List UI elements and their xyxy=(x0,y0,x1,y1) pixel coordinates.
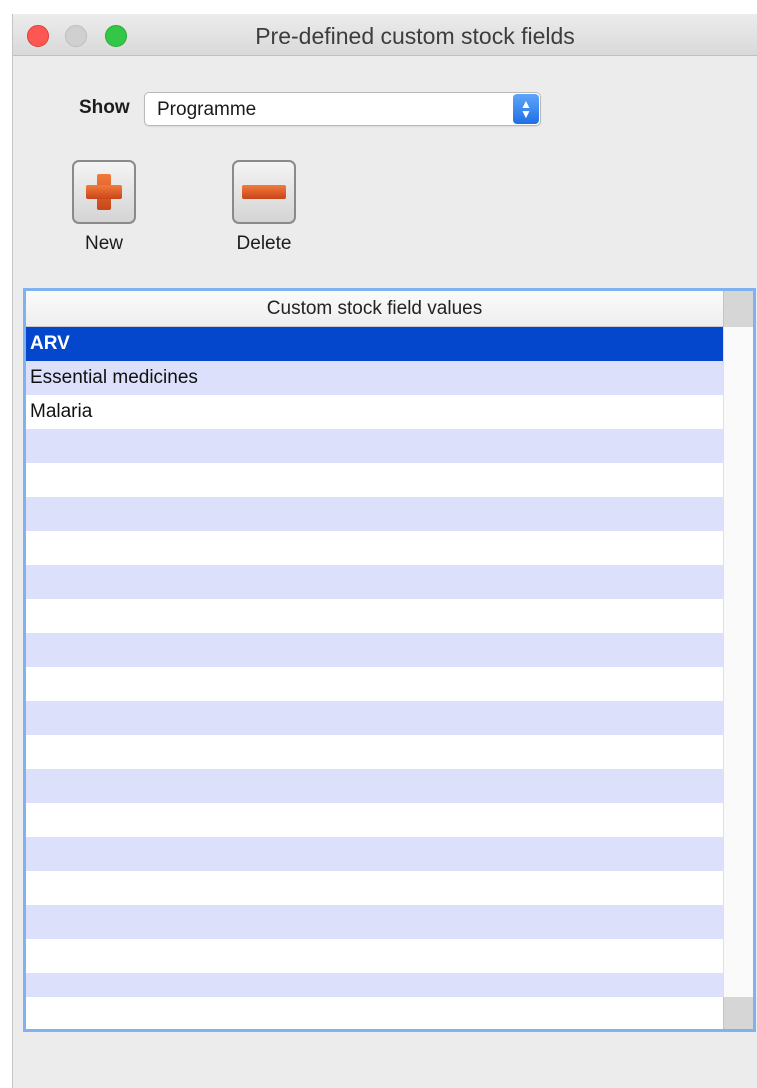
up-down-arrows-icon: ▲ ▼ xyxy=(513,94,539,124)
empty-table-row[interactable] xyxy=(26,769,723,803)
empty-table-row[interactable] xyxy=(26,633,723,667)
window: Pre-defined custom stock fields Show Pro… xyxy=(12,14,757,1088)
empty-table-row[interactable] xyxy=(26,463,723,497)
empty-table-row[interactable] xyxy=(26,905,723,939)
empty-table-row[interactable] xyxy=(26,667,723,701)
scroll-corner xyxy=(723,997,753,1029)
empty-table-row[interactable] xyxy=(26,973,723,997)
show-select[interactable]: Programme ▲ ▼ xyxy=(144,92,541,126)
custom-field-values-table[interactable]: Custom stock field values ARV Essential m… xyxy=(23,288,756,1032)
delete-button[interactable] xyxy=(232,160,296,224)
empty-table-row[interactable] xyxy=(26,803,723,837)
empty-table-row[interactable] xyxy=(26,939,723,973)
empty-table-row[interactable] xyxy=(26,565,723,599)
new-button-label: New xyxy=(84,233,123,254)
table-rows: ARV Essential medicines Malaria xyxy=(26,327,723,997)
plus-icon-horizontal xyxy=(86,185,122,199)
title-bar: Pre-defined custom stock fields xyxy=(13,14,757,56)
empty-table-row[interactable] xyxy=(26,599,723,633)
empty-table-row[interactable] xyxy=(26,531,723,565)
window-title: Pre-defined custom stock fields xyxy=(255,23,575,49)
empty-table-row[interactable] xyxy=(26,497,723,531)
vertical-scrollbar[interactable] xyxy=(723,327,753,997)
show-label: Show xyxy=(79,97,130,118)
empty-table-row[interactable] xyxy=(26,871,723,905)
delete-button-label: Delete xyxy=(236,233,292,254)
table-corner xyxy=(723,291,753,327)
empty-table-row[interactable] xyxy=(26,735,723,769)
table-bottom-strip xyxy=(26,997,723,1029)
new-button[interactable] xyxy=(72,160,136,224)
table-row[interactable]: Malaria xyxy=(26,395,723,429)
minus-icon xyxy=(242,185,286,199)
table-row[interactable]: ARV xyxy=(26,327,723,361)
column-header[interactable]: Custom stock field values xyxy=(26,291,723,327)
empty-table-row[interactable] xyxy=(26,837,723,871)
empty-table-row[interactable] xyxy=(26,701,723,735)
table-row[interactable]: Essential medicines xyxy=(26,361,723,395)
empty-table-row[interactable] xyxy=(26,429,723,463)
show-select-value: Programme xyxy=(157,99,257,120)
